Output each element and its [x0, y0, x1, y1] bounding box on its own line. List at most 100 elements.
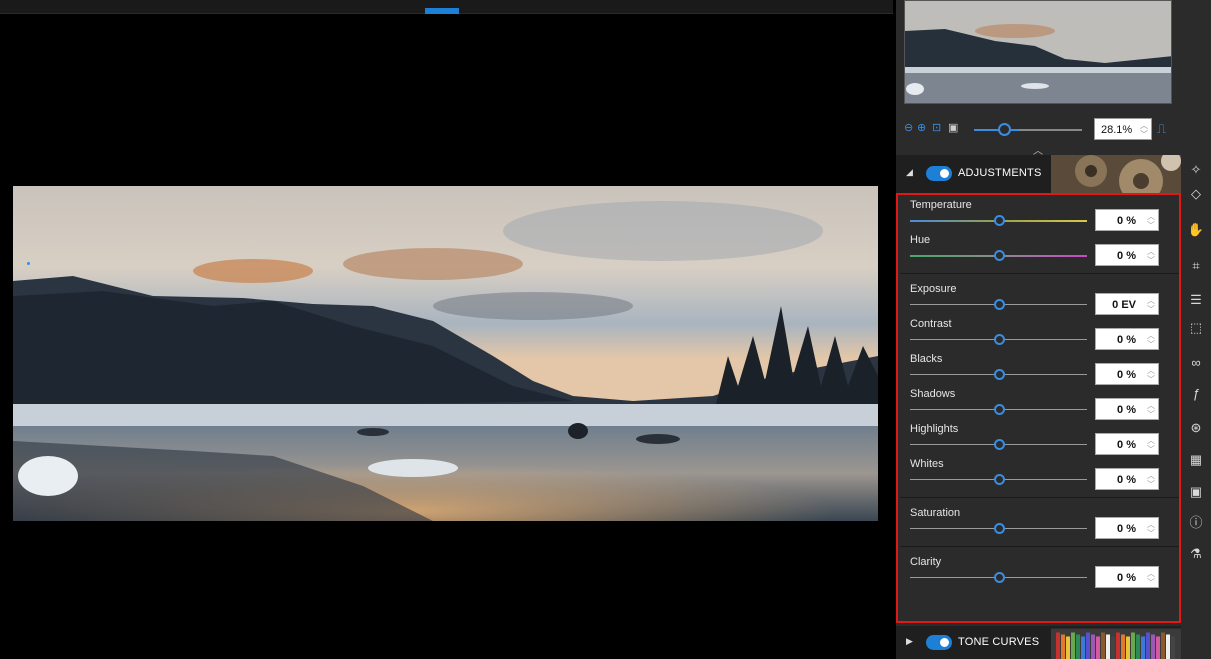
- adjustment-row-highlights: Highlights 0 % ︿ ﹀: [898, 423, 1179, 457]
- spinner-icon[interactable]: ︿ ﹀: [1147, 366, 1155, 384]
- spinner-icon[interactable]: ︿ ﹀: [1147, 212, 1155, 230]
- spinner-icon[interactable]: ︿ ﹀: [1147, 520, 1155, 538]
- landscape-photo[interactable]: [13, 186, 878, 521]
- spinner-icon[interactable]: ︿ ﹀: [1147, 296, 1155, 314]
- pencils-banner-art: [1051, 628, 1181, 659]
- zoom-slider[interactable]: [974, 123, 1082, 136]
- shadows-value-input[interactable]: 0 % ︿ ﹀: [1095, 398, 1159, 420]
- eraser-icon[interactable]: ◇: [1181, 186, 1211, 202]
- gears-banner-art: [1051, 155, 1181, 193]
- crop-icon[interactable]: ⌗: [1181, 258, 1211, 274]
- clarity-label: Clarity: [910, 556, 942, 568]
- shadows-label: Shadows: [910, 388, 956, 400]
- pencil-shape: [1121, 634, 1125, 659]
- group-divider: [900, 546, 1179, 547]
- tone-curves-header[interactable]: ▶ TONE CURVES: [896, 626, 1181, 659]
- expand-triangle-icon[interactable]: ◢: [906, 167, 913, 178]
- spinner-icon[interactable]: ︿ ﹀: [1147, 247, 1155, 265]
- lab-icon[interactable]: ⚗: [1181, 546, 1211, 562]
- contrast-label: Contrast: [910, 318, 952, 330]
- pencil-shape: [1156, 636, 1160, 659]
- selection-icon[interactable]: ⬚: [1181, 320, 1211, 336]
- clarity-value-text: 0 %: [1117, 572, 1136, 584]
- spinner-icon[interactable]: ︿ ﹀: [1147, 471, 1155, 489]
- sliders-icon[interactable]: ☰: [1181, 292, 1211, 308]
- zoom-out-icon[interactable]: ⊖: [904, 121, 913, 134]
- exposure-slider-handle[interactable]: [993, 299, 1005, 310]
- adjustment-row-whites: Whites 0 % ︿ ﹀: [898, 458, 1179, 492]
- zoom-slider-handle[interactable]: [998, 123, 1012, 136]
- pencil-shape: [1071, 632, 1075, 659]
- whites-label: Whites: [910, 458, 944, 470]
- pencil-shape: [1136, 634, 1140, 659]
- zoom-value-input[interactable]: 28.1% ︿ ﹀: [1094, 118, 1152, 140]
- pencil-shape: [1131, 632, 1135, 659]
- info-icon[interactable]: ⓘ: [1181, 515, 1211, 531]
- spinner-icon[interactable]: ︿ ﹀: [1147, 401, 1155, 419]
- navigator-thumbnail-art: [905, 1, 1171, 103]
- zoom-bar: ⊖ ⊕ ⊡ ▣ 28.1% ︿ ﹀ ⎍: [896, 112, 1181, 142]
- image-canvas[interactable]: [0, 0, 893, 659]
- expand-triangle-icon[interactable]: ▶: [906, 636, 913, 647]
- pencil-shape: [1101, 632, 1105, 659]
- pencil-shape: [1171, 636, 1175, 659]
- spinner-icon[interactable]: ︿ ﹀: [1147, 436, 1155, 454]
- saturation-slider-handle[interactable]: [993, 523, 1005, 534]
- fit-icon[interactable]: ⊡: [932, 121, 941, 134]
- zoom-spinner-icon[interactable]: ︿ ﹀: [1140, 121, 1148, 139]
- pencil-shape: [1086, 632, 1090, 659]
- whites-slider-handle[interactable]: [993, 474, 1005, 485]
- blacks-value-input[interactable]: 0 % ︿ ﹀: [1095, 363, 1159, 385]
- hue-slider-handle[interactable]: [993, 250, 1005, 261]
- highlights-slider-handle[interactable]: [993, 439, 1005, 450]
- clarity-value-input[interactable]: 0 % ︿ ﹀: [1095, 566, 1159, 588]
- adjustments-title: ADJUSTMENTS: [958, 167, 1042, 179]
- zoom-slider-fill: [974, 129, 1019, 131]
- pencil-shape: [1106, 634, 1110, 659]
- histogram-icon[interactable]: ⎍: [1157, 121, 1166, 137]
- contrast-value-input[interactable]: 0 % ︿ ﹀: [1095, 328, 1159, 350]
- tone-curves-toggle[interactable]: [926, 635, 952, 650]
- spinner-icon[interactable]: ︿ ﹀: [1147, 331, 1155, 349]
- contrast-slider-handle[interactable]: [993, 334, 1005, 345]
- saturation-value-input[interactable]: 0 % ︿ ﹀: [1095, 517, 1159, 539]
- retouch-icon[interactable]: ✋: [1181, 222, 1211, 238]
- adjustment-row-shadows: Shadows 0 % ︿ ﹀: [898, 388, 1179, 422]
- pattern-icon[interactable]: ▦: [1181, 452, 1211, 468]
- pencil-shape: [1061, 634, 1065, 659]
- group-divider: [900, 273, 1179, 274]
- highlights-value-input[interactable]: 0 % ︿ ﹀: [1095, 433, 1159, 455]
- temperature-slider-handle[interactable]: [993, 215, 1005, 226]
- adjustments-header[interactable]: ◢ ADJUSTMENTS: [896, 155, 1181, 193]
- pencil-shape: [1116, 632, 1120, 659]
- hue-value-input[interactable]: 0 % ︿ ﹀: [1095, 244, 1159, 266]
- pencil-shape: [1126, 636, 1130, 659]
- frame-icon[interactable]: ▣: [1181, 484, 1211, 500]
- tool-rail: ✧ ◇ ✋ ⌗ ☰ ⬚ ∞ ƒ ⊛ ▦ ▣ ⓘ ⚗: [1181, 0, 1211, 659]
- clarity-slider-handle[interactable]: [993, 572, 1005, 583]
- whites-value-input[interactable]: 0 % ︿ ﹀: [1095, 468, 1159, 490]
- pencil-shape: [1076, 634, 1080, 659]
- blacks-label: Blacks: [910, 353, 943, 365]
- color-icon[interactable]: ⊛: [1181, 420, 1211, 436]
- temperature-value-input[interactable]: 0 % ︿ ﹀: [1095, 209, 1159, 231]
- blacks-slider-handle[interactable]: [993, 369, 1005, 380]
- pencil-shape: [1066, 636, 1070, 659]
- hue-value-text: 0 %: [1117, 250, 1136, 262]
- auto-enhance-icon[interactable]: ✧: [1181, 162, 1211, 178]
- exposure-label: Exposure: [910, 283, 957, 295]
- fill-icon[interactable]: ▣: [948, 121, 958, 134]
- active-tool-indicator: [27, 262, 30, 265]
- navigator-thumbnail[interactable]: [904, 0, 1172, 104]
- red-eye-icon[interactable]: ∞: [1181, 355, 1211, 371]
- shadows-slider-handle[interactable]: [993, 404, 1005, 415]
- hue-label: Hue: [910, 234, 931, 246]
- exposure-value-input[interactable]: 0 EV ︿ ﹀: [1095, 293, 1159, 315]
- spinner-icon[interactable]: ︿ ﹀: [1147, 569, 1155, 587]
- adjustment-row-temperature: Temperature 0 % ︿ ﹀: [898, 199, 1179, 233]
- adjustment-row-exposure: Exposure 0 EV ︿ ﹀: [898, 283, 1179, 317]
- contrast-value-text: 0 %: [1117, 334, 1136, 346]
- zoom-in-icon[interactable]: ⊕: [917, 121, 926, 134]
- effects-icon[interactable]: ƒ: [1181, 386, 1211, 402]
- adjustments-toggle[interactable]: [926, 166, 952, 181]
